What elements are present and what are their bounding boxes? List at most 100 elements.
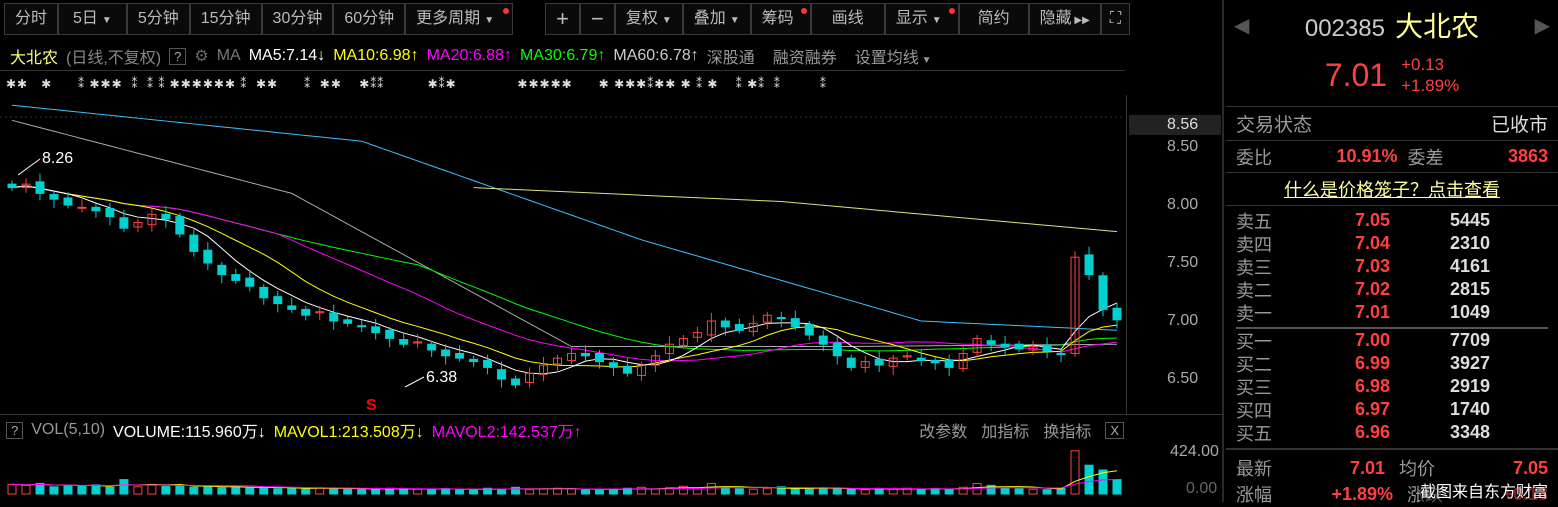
period-intraday[interactable]: 分时 [4, 3, 59, 35]
arrow-down-icon: ↓ [317, 47, 326, 64]
edit-params-button[interactable]: 改参数 [919, 418, 967, 442]
level-price[interactable]: 7.04 [1300, 233, 1390, 254]
volume-bar [147, 483, 157, 495]
overlay-button[interactable]: 叠加 ▼ [682, 3, 751, 35]
volume-bar [77, 485, 87, 495]
volume-bar [594, 489, 604, 495]
fullscreen-button[interactable]: ⛶ [1100, 3, 1131, 35]
caret-down-icon: ▼ [661, 15, 672, 26]
order-book-row: 买四 6.97 1740 [1226, 398, 1558, 421]
gear-icon[interactable]: ⚙ [194, 46, 208, 66]
volume-bar [1084, 464, 1094, 495]
level-price[interactable]: 7.01 [1300, 302, 1390, 323]
status-value: 已收市 [1490, 115, 1548, 136]
ma60-value: MA60:6.78 [613, 47, 691, 64]
tick: 8.00 [1167, 196, 1199, 213]
candle-body [832, 342, 842, 357]
link-margin[interactable]: 融资融券 [773, 44, 837, 68]
volume-bar [399, 488, 409, 495]
candle-body [916, 357, 926, 361]
volume-bar [175, 484, 185, 495]
volume-bar [1070, 450, 1080, 495]
candle-body [175, 216, 185, 235]
level-volume: 4161 [1449, 256, 1490, 276]
price-cage-link[interactable]: 什么是价格笼子？点击查看 [1226, 172, 1558, 205]
ma20-value: MA20:6.88 [426, 47, 504, 64]
candle-body [1112, 307, 1122, 321]
volume-bar [874, 488, 884, 495]
hide-button[interactable]: 隐藏 ▶▶ [1028, 3, 1101, 35]
wc-value: 3863 [1507, 146, 1548, 166]
candle-body [119, 217, 129, 229]
draw-button[interactable]: 画线 [810, 3, 885, 35]
arrow-down-icon: ↓ [415, 424, 424, 441]
candle-body [776, 317, 786, 320]
volume-bar [860, 489, 870, 495]
volume-bar [832, 487, 842, 495]
adjust-button[interactable]: 复权 ▼ [614, 3, 683, 35]
level-price[interactable]: 7.02 [1300, 279, 1390, 300]
candle-body [1084, 254, 1094, 276]
level-price[interactable]: 6.97 [1300, 399, 1390, 420]
candle-body [217, 264, 227, 276]
vol-tick: 0.00 [1186, 480, 1218, 497]
candle-body [734, 323, 744, 331]
candle-body [790, 318, 800, 328]
level-price[interactable]: 6.98 [1300, 376, 1390, 397]
period-30min[interactable]: 30分钟 [261, 3, 334, 35]
last-price: 7.01 [1324, 56, 1388, 93]
volume-bar [287, 487, 297, 495]
next-stock-icon[interactable]: ▶ [1535, 13, 1550, 38]
set-ma-button[interactable]: 设置均线 ▼ [855, 44, 932, 68]
level-label: 卖一 [1236, 303, 1272, 324]
wb-value: 10.91% [1336, 146, 1398, 166]
period-15min[interactable]: 15分钟 [189, 3, 262, 35]
zoom-in-button[interactable]: + [545, 3, 580, 35]
caret-down-icon: ▼ [729, 15, 740, 26]
last-value: 7.01 [1349, 457, 1385, 478]
link-hk-connect[interactable]: 深股通 [707, 44, 755, 68]
prev-stock-icon[interactable]: ◀ [1234, 13, 1249, 38]
volume-bar [846, 488, 856, 495]
volume-bar [301, 488, 311, 495]
period-60min[interactable]: 60分钟 [333, 3, 406, 35]
volume-bar [734, 488, 744, 495]
link-text[interactable]: 什么是价格笼子？点击查看 [1284, 176, 1500, 202]
ma250-line [473, 187, 1118, 233]
level-price[interactable]: 7.05 [1300, 210, 1390, 231]
quote-header: ◀ 002385 大北农 ▶ [1226, 0, 1558, 50]
order-book-row: 买二 6.99 3927 [1226, 352, 1558, 375]
switch-indicator-button[interactable]: 换指标 [1043, 418, 1091, 442]
level-price[interactable]: 6.96 [1300, 422, 1390, 443]
level-price[interactable]: 7.03 [1300, 256, 1390, 277]
zoom-out-button[interactable]: − [579, 3, 615, 35]
label: 复权 [625, 10, 658, 27]
volume-bar [441, 488, 451, 495]
period-5day[interactable]: 5日 ▼ [58, 3, 127, 35]
level-price[interactable]: 7.00 [1300, 330, 1390, 351]
divider [1226, 448, 1558, 450]
help-button[interactable]: ? [6, 421, 24, 439]
volume-bar [706, 482, 716, 495]
close-icon[interactable]: X [1105, 421, 1124, 439]
add-indicator-button[interactable]: 加指标 [981, 418, 1029, 442]
period-more[interactable]: 更多周期 ▼ [405, 3, 514, 35]
status-row: 交易状态 已收市 [1226, 107, 1558, 140]
price-axis: 8.56 8.50 8.00 7.50 7.00 6.50 [1126, 95, 1221, 415]
candle-body [49, 194, 59, 200]
help-button[interactable]: ? [169, 47, 187, 65]
label: 更多周期 [416, 10, 481, 27]
volume-value: VOLUME:115.960万↓ [113, 418, 266, 442]
volume-legend: ? VOL(5,10) VOLUME:115.960万↓ MAVOL1:213.… [6, 418, 1124, 442]
label: 5日 [73, 10, 98, 27]
simple-button[interactable]: 简约 [958, 3, 1029, 35]
level-price[interactable]: 6.99 [1300, 353, 1390, 374]
candlestick-chart[interactable]: 8.26 6.38 S [0, 95, 1125, 415]
period-5min[interactable]: 5分钟 [126, 3, 190, 35]
label: 叠加 [693, 10, 726, 27]
v: MAVOL2:142.537万 [431, 424, 574, 441]
chips-button[interactable]: 筹码 [750, 3, 811, 35]
divider [1222, 0, 1224, 502]
display-button[interactable]: 显示 ▼ [884, 3, 959, 35]
notification-dot [800, 8, 807, 14]
